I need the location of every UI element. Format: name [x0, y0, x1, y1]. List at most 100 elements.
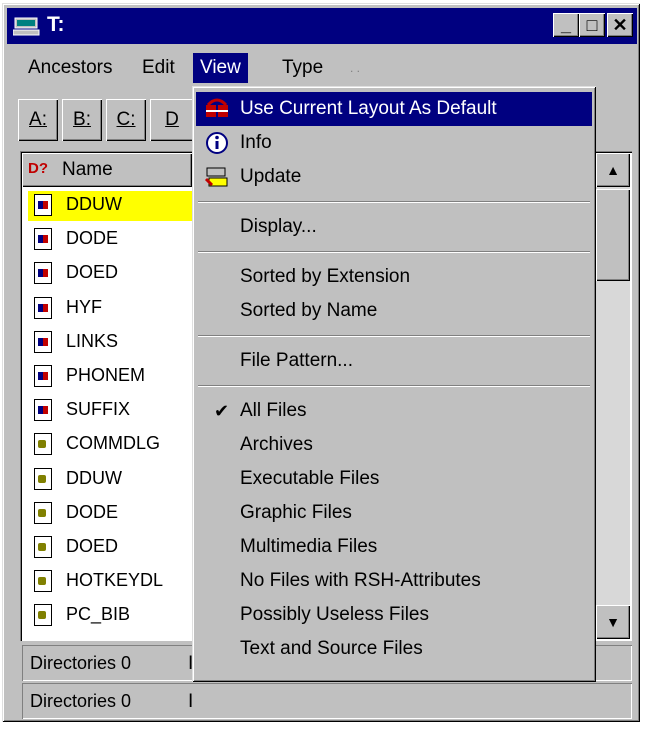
menu-item-label: Possibly Useless Files	[240, 604, 429, 625]
drive-tab-d[interactable]: D	[150, 99, 194, 141]
menu-item-label: Display...	[240, 216, 317, 237]
menu-item-multimedia-files[interactable]: Multimedia Files	[196, 530, 592, 564]
executable-file-icon	[34, 399, 52, 422]
document-file-icon	[34, 433, 52, 456]
menu-item-use-current-layout-as-default[interactable]: Use Current Layout As Default	[196, 92, 592, 126]
title-bar[interactable]: T: _ □ ✕	[7, 8, 637, 44]
menu-item-label: Sorted by Extension	[240, 266, 411, 287]
executable-file-icon	[34, 365, 52, 387]
menu-item-display[interactable]: Display...	[196, 210, 592, 244]
file-name: SUFFIX	[66, 399, 131, 420]
scroll-thumb[interactable]	[596, 189, 630, 281]
column-header-name[interactable]: D? Name	[22, 153, 192, 187]
layout-default-icon	[206, 98, 228, 117]
file-name: LINKS	[66, 330, 119, 351]
menu-item-label: All Files	[240, 400, 307, 421]
document-file-icon	[34, 604, 52, 627]
scroll-up-button[interactable]: ▲	[596, 153, 630, 187]
column-header-label: Name	[62, 159, 113, 180]
menu-edit-label: Edit	[142, 57, 175, 78]
window-title: T:	[47, 13, 65, 36]
status-bar-2: Directories 0 I	[22, 683, 632, 719]
menu-separator	[198, 385, 590, 387]
checkmark-icon: ✔	[214, 401, 230, 421]
document-file-icon	[34, 467, 52, 490]
executable-file-icon	[34, 262, 52, 285]
drive-tab-c[interactable]: C:	[106, 99, 146, 141]
menu-view-label: View	[200, 57, 241, 78]
computer-icon	[13, 17, 40, 36]
menu-item-archives[interactable]: Archives	[196, 428, 592, 462]
menu-separator	[198, 335, 590, 337]
menu-bar: Ancestors Edit View Type . .	[7, 47, 637, 87]
drive-d-label: D	[165, 109, 179, 130]
menu-item-sorted-by-name[interactable]: Sorted by Name	[196, 294, 592, 328]
menu-more-label: . .	[350, 61, 361, 75]
menu-item-executable-files[interactable]: Executable Files	[196, 462, 592, 496]
menu-item-label: Update	[240, 166, 302, 187]
view-menu-dropdown: Use Current Layout As Default Info Update D…	[192, 86, 596, 682]
file-name: HYF	[66, 296, 102, 317]
menu-item-text-and-source-files[interactable]: Text and Source Files	[196, 632, 592, 666]
menu-separator	[198, 201, 590, 203]
minimize-button[interactable]: _	[553, 13, 579, 37]
menu-item-no-files-with-rsh-attributes[interactable]: No Files with RSH-Attributes	[196, 564, 592, 598]
status-text-1: Directories 0	[30, 653, 132, 673]
document-file-icon	[34, 536, 52, 558]
menu-item-label: Text and Source Files	[240, 638, 423, 659]
menu-type-label: Type	[282, 57, 324, 78]
menu-edit[interactable]: Edit	[135, 53, 182, 83]
menu-item-label: Info	[240, 132, 272, 153]
close-button[interactable]: ✕	[607, 13, 633, 37]
file-name: DOED	[66, 536, 119, 556]
menu-item-label: File Pattern...	[240, 350, 353, 371]
menu-ancestors-label: Ancestors	[28, 57, 113, 78]
file-name: DODE	[66, 501, 119, 522]
menu-item-label: Multimedia Files	[240, 536, 378, 557]
vertical-scrollbar[interactable]: ▲ ▼	[596, 153, 630, 639]
menu-item-label: No Files with RSH-Attributes	[240, 570, 481, 591]
file-name: HOTKEYDL	[66, 570, 164, 591]
menu-item-label: Archives	[240, 434, 313, 455]
menu-item-sorted-by-extension[interactable]: Sorted by Extension	[196, 260, 592, 294]
maximize-button[interactable]: □	[579, 13, 605, 37]
drive-c-label: C:	[116, 109, 136, 130]
menu-separator	[198, 251, 590, 253]
file-name: DDUW	[66, 194, 122, 214]
status-text-2: Directories 0	[30, 691, 132, 711]
menu-ancestors[interactable]: Ancestors	[21, 53, 119, 83]
document-file-icon	[34, 570, 52, 593]
menu-item-label: Sorted by Name	[240, 300, 378, 321]
drive-tab-b[interactable]: B:	[62, 99, 102, 141]
executable-file-icon	[34, 228, 52, 251]
menu-item-label: Executable Files	[240, 468, 380, 489]
document-file-icon	[34, 501, 52, 524]
info-icon	[206, 132, 228, 154]
menu-item-graphic-files[interactable]: Graphic Files	[196, 496, 592, 530]
menu-item-possibly-useless-files[interactable]: Possibly Useless Files	[196, 598, 592, 632]
status-sep-2: I	[188, 691, 194, 712]
menu-item-label: Graphic Files	[240, 502, 352, 523]
drive-tab-a[interactable]: A:	[18, 99, 58, 141]
menu-item-update[interactable]: Update	[196, 160, 592, 194]
menu-item-all-files[interactable]: ✔ All Files	[196, 394, 592, 428]
file-name: DDUW	[66, 467, 122, 488]
menu-item-file-pattern[interactable]: File Pattern...	[196, 344, 592, 378]
menu-more[interactable]: . .	[343, 53, 367, 83]
executable-file-icon	[34, 194, 52, 216]
drive-a-label: A:	[29, 109, 47, 130]
menu-type[interactable]: Type	[275, 53, 330, 83]
file-name: PHONEM	[66, 365, 146, 385]
update-icon	[204, 167, 228, 187]
drive-b-label: B:	[73, 109, 91, 130]
file-name: DODE	[66, 228, 119, 249]
file-name: COMMDLG	[66, 433, 160, 454]
executable-file-icon	[34, 330, 52, 353]
file-name: DOED	[66, 262, 119, 283]
sort-question-icon: D?	[28, 160, 48, 177]
menu-view[interactable]: View	[193, 53, 248, 83]
file-name: PC_BIB	[66, 604, 131, 625]
scroll-down-button[interactable]: ▼	[596, 605, 630, 639]
executable-file-icon	[34, 296, 52, 319]
menu-item-info[interactable]: Info	[196, 126, 592, 160]
